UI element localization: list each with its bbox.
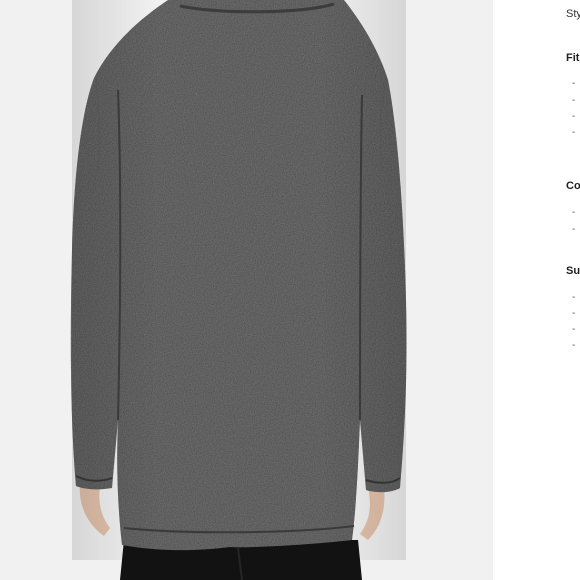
sustainability-bullet: - [572, 292, 576, 303]
sweater [70, 0, 407, 551]
sustainability-section-title: Su [566, 265, 580, 277]
fit-section-title: Fit [566, 52, 580, 64]
product-photo-drawing [0, 0, 493, 580]
composition-bullet: - [572, 207, 576, 218]
fit-bullet: - [572, 78, 576, 89]
sustainability-bullet: - [572, 340, 576, 351]
composition-bullet: - [572, 224, 576, 235]
product-image [0, 0, 493, 580]
style-label: Sty [566, 8, 580, 20]
product-details-panel: Sty Fit - - - - Co - - Su - - - - [493, 0, 580, 580]
fit-bullet: - [572, 111, 576, 122]
fit-bullet: - [572, 127, 576, 138]
sustainability-bullet: - [572, 324, 576, 335]
fit-bullet: - [572, 95, 576, 106]
composition-section-title: Co [566, 180, 580, 192]
sustainability-bullet: - [572, 308, 576, 319]
